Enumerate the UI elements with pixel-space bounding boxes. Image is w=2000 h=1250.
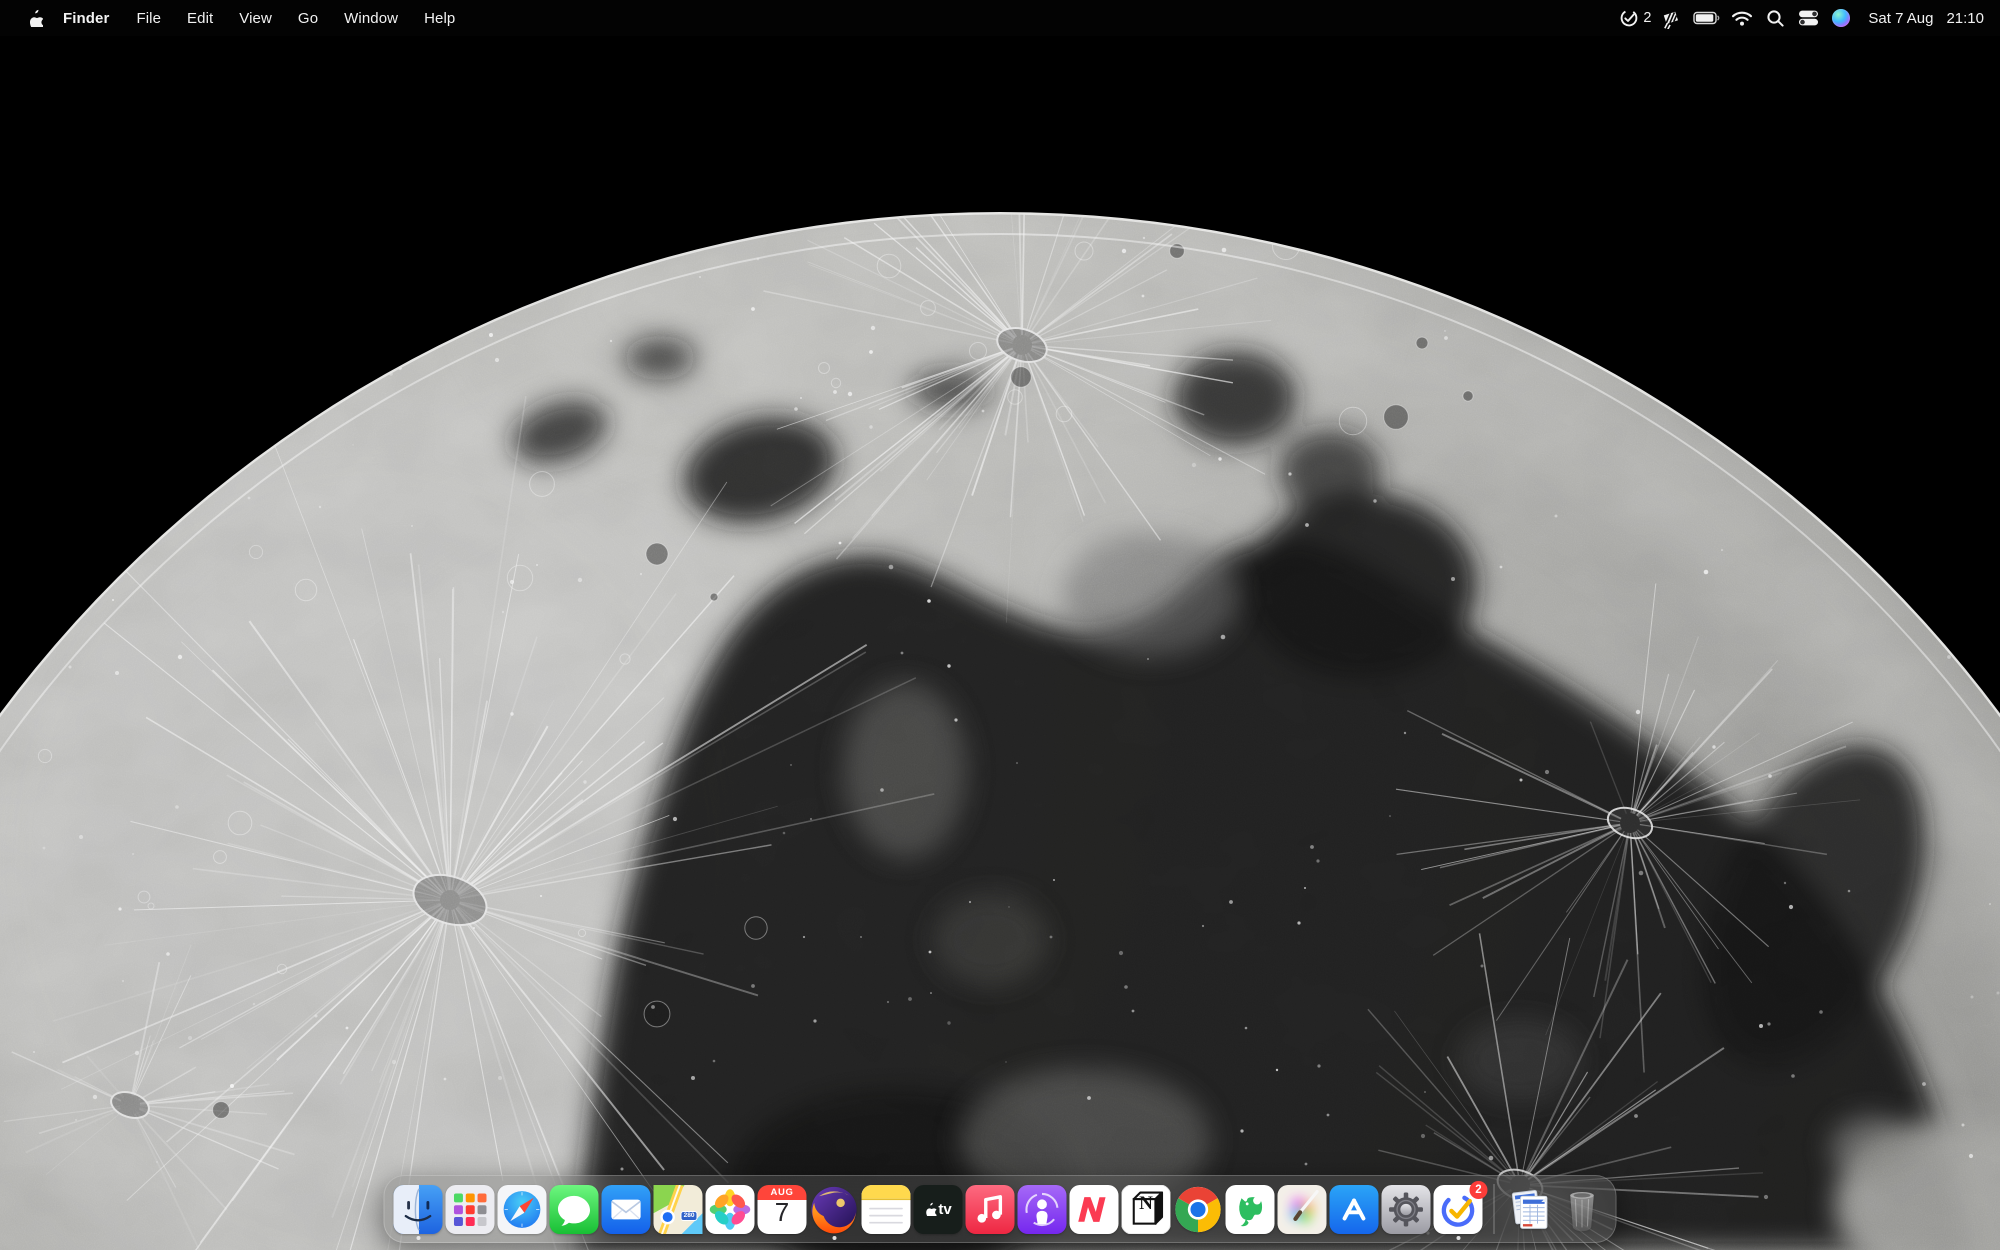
notification-badge: 2 bbox=[1470, 1181, 1488, 1199]
menubar-date: Sat 7 Aug bbox=[1868, 10, 1933, 27]
trash-icon bbox=[1558, 1185, 1607, 1234]
menu-go[interactable]: Go bbox=[285, 10, 331, 27]
dock-item-ticktick[interactable]: 2 bbox=[1434, 1185, 1483, 1234]
menu-window[interactable]: Window bbox=[331, 10, 411, 27]
dock-item-notion[interactable]: N bbox=[1122, 1185, 1171, 1234]
notion-letter: N bbox=[1122, 1193, 1171, 1215]
dock-item-news[interactable] bbox=[1070, 1185, 1119, 1234]
menu-bar: Finder File Edit View Go Window Help 2 bbox=[0, 0, 2000, 36]
mail-icon bbox=[602, 1185, 651, 1234]
evernote-icon bbox=[1226, 1185, 1275, 1234]
dock-item-podcasts[interactable] bbox=[1018, 1185, 1067, 1234]
maps-route-shield: 280 bbox=[681, 1211, 698, 1221]
control-center-icon bbox=[1798, 8, 1819, 28]
apple-tv-label: tv bbox=[914, 1185, 963, 1234]
photos-icon bbox=[706, 1185, 755, 1234]
dock-item-maps[interactable]: 280 bbox=[654, 1185, 703, 1234]
menu-edit[interactable]: Edit bbox=[174, 10, 226, 27]
app-store-icon bbox=[1330, 1185, 1379, 1234]
running-indicator bbox=[1456, 1236, 1460, 1240]
menu-help[interactable]: Help bbox=[411, 10, 468, 27]
apple-icon bbox=[924, 1202, 936, 1216]
calendar-day: 7 bbox=[775, 1197, 789, 1228]
menubar-time: 21:10 bbox=[1946, 10, 1984, 27]
hatched-flag-icon bbox=[1661, 7, 1683, 29]
dock-item-finder[interactable] bbox=[394, 1185, 443, 1234]
podcasts-icon bbox=[1018, 1185, 1067, 1234]
dock-item-calendar[interactable]: AUG 7 bbox=[758, 1185, 807, 1234]
dock-item-launchpad[interactable] bbox=[446, 1185, 495, 1234]
moon-wallpaper bbox=[0, 0, 2000, 1250]
menu-finder[interactable]: Finder bbox=[50, 10, 123, 27]
calendar-icon: AUG 7 bbox=[758, 1185, 807, 1234]
launchpad-icon bbox=[446, 1185, 495, 1234]
siri-icon bbox=[1832, 9, 1850, 27]
documents-icon bbox=[1506, 1185, 1555, 1234]
apple-icon bbox=[28, 9, 43, 27]
dock-item-app-store[interactable] bbox=[1330, 1185, 1379, 1234]
notes-icon bbox=[862, 1185, 911, 1234]
system-settings-icon bbox=[1382, 1185, 1431, 1234]
pixelmator-icon bbox=[1278, 1185, 1327, 1234]
dock-item-safari[interactable] bbox=[498, 1185, 547, 1234]
dock-item-trash[interactable] bbox=[1558, 1185, 1607, 1234]
chrome-icon bbox=[1174, 1185, 1223, 1234]
dock-item-photos[interactable] bbox=[706, 1185, 755, 1234]
dock-item-music[interactable] bbox=[966, 1185, 1015, 1234]
dock: 280 AUG 7 bbox=[384, 1175, 1617, 1243]
menubar-clock[interactable]: Sat 7 Aug 21:10 bbox=[1868, 10, 1984, 27]
ticktick-count: 2 bbox=[1643, 10, 1651, 26]
spotlight-status-item[interactable] bbox=[1763, 6, 1787, 30]
maps-icon bbox=[654, 1185, 703, 1234]
firefox-icon bbox=[810, 1185, 859, 1234]
running-indicator bbox=[416, 1236, 420, 1240]
dock-item-messages[interactable] bbox=[550, 1185, 599, 1234]
running-indicator bbox=[832, 1236, 836, 1240]
dock-item-system-settings[interactable] bbox=[1382, 1185, 1431, 1234]
music-icon bbox=[966, 1185, 1015, 1234]
dock-item-mail[interactable] bbox=[602, 1185, 651, 1234]
news-icon bbox=[1070, 1185, 1119, 1234]
hatched-flag-status-item[interactable] bbox=[1660, 6, 1684, 30]
dock-item-pixelmator[interactable] bbox=[1278, 1185, 1327, 1234]
check-circle-icon bbox=[1619, 8, 1639, 28]
dock-separator bbox=[1494, 1184, 1495, 1234]
safari-icon bbox=[498, 1185, 547, 1234]
messages-icon bbox=[550, 1185, 599, 1234]
battery-icon bbox=[1693, 11, 1721, 25]
wifi-status-item[interactable] bbox=[1730, 6, 1754, 30]
battery-status-item[interactable] bbox=[1693, 6, 1721, 30]
dock-item-firefox[interactable] bbox=[810, 1185, 859, 1234]
dock-item-notes[interactable] bbox=[862, 1185, 911, 1234]
dock-item-documents-stack[interactable] bbox=[1506, 1185, 1555, 1234]
dock-item-chrome[interactable] bbox=[1174, 1185, 1223, 1234]
dock-item-apple-tv[interactable]: tv bbox=[914, 1185, 963, 1234]
ticktick-menubar-item[interactable]: 2 bbox=[1619, 6, 1651, 30]
control-center-status-item[interactable] bbox=[1796, 6, 1820, 30]
apple-menu[interactable] bbox=[20, 9, 50, 27]
siri-status-item[interactable] bbox=[1829, 6, 1853, 30]
wifi-icon bbox=[1731, 10, 1753, 27]
dock-item-evernote[interactable] bbox=[1226, 1185, 1275, 1234]
finder-icon bbox=[394, 1185, 443, 1234]
menu-view[interactable]: View bbox=[226, 10, 285, 27]
search-icon bbox=[1766, 9, 1785, 28]
menu-file[interactable]: File bbox=[123, 10, 174, 27]
